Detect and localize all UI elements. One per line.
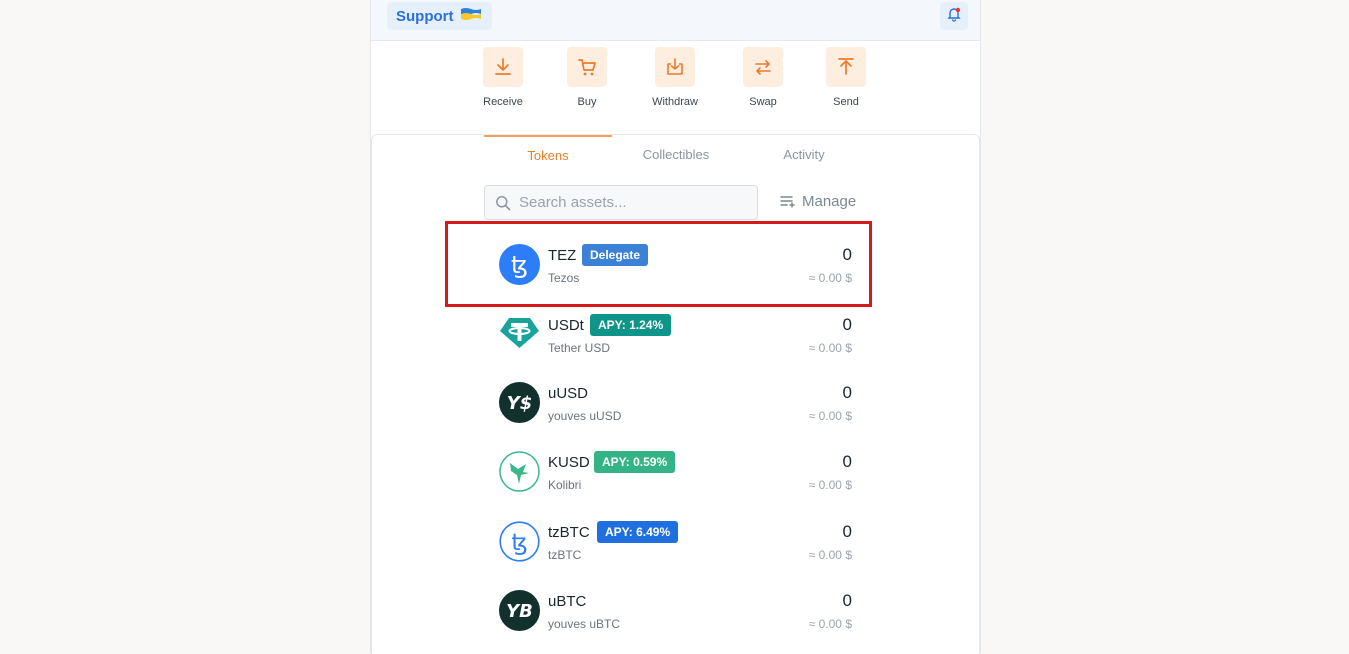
support-label: Support — [396, 7, 454, 25]
receive-button[interactable]: Receive — [468, 47, 538, 108]
token-name: Tezos — [548, 271, 580, 285]
token-row-tzbtc[interactable]: ꜩ tzBTC APY: 6.49% tzBTC 0 ≈ 0.00 $ — [372, 511, 979, 571]
token-fiat-value: ≈ 0.00 $ — [808, 478, 852, 492]
tab-tokens[interactable]: Tokens — [484, 135, 612, 175]
manage-label: Manage — [802, 193, 857, 210]
withdraw-button[interactable]: Withdraw — [640, 47, 710, 108]
token-balance: 0 — [842, 522, 852, 541]
tether-logo-icon — [500, 318, 539, 348]
tab-activity[interactable]: Activity — [740, 135, 868, 173]
bell-icon — [946, 6, 962, 27]
support-button[interactable]: Support — [387, 2, 492, 30]
cart-icon — [578, 59, 596, 76]
buy-label: Buy — [577, 96, 597, 108]
receive-label: Receive — [483, 96, 523, 108]
youves-ubtc-logo-icon: YB — [499, 590, 540, 631]
action-bar: Receive Buy Withdraw Swap Send — [371, 47, 980, 117]
svg-text:ꜩ: ꜩ — [511, 530, 527, 556]
notifications-button[interactable] — [940, 2, 968, 30]
search-input[interactable] — [517, 193, 741, 212]
svg-text:ꜩ: ꜩ — [511, 251, 528, 279]
upload-icon — [838, 58, 854, 75]
top-bar: Support — [371, 0, 980, 41]
token-fiat-value: ≈ 0.00 $ — [808, 271, 852, 285]
kolibri-logo-icon — [499, 451, 540, 492]
token-name: tzBTC — [548, 548, 582, 562]
token-name: youves uUSD — [548, 409, 622, 423]
token-balance: 0 — [842, 383, 852, 402]
token-name: Kolibri — [548, 478, 582, 492]
send-label: Send — [833, 96, 859, 108]
token-balance: 0 — [842, 452, 852, 471]
buy-button[interactable]: Buy — [552, 47, 622, 108]
token-row-usdt[interactable]: USDt APY: 1.24% Tether USD 0 ≈ 0.00 $ — [372, 304, 979, 364]
swap-label: Swap — [749, 96, 777, 108]
token-symbol: uUSD — [548, 385, 589, 402]
token-fiat-value: ≈ 0.00 $ — [808, 617, 852, 631]
token-symbol: KUSD — [548, 454, 590, 471]
delegate-badge[interactable]: Delegate — [582, 244, 649, 266]
swap-button[interactable]: Swap — [728, 47, 798, 108]
token-fiat-value: ≈ 0.00 $ — [808, 409, 852, 423]
token-symbol: uBTC — [548, 593, 587, 610]
search-box — [484, 185, 758, 220]
token-name: youves uBTC — [548, 617, 621, 631]
youves-uusd-logo-icon: Y$ — [499, 382, 540, 423]
withdraw-icon — [667, 58, 683, 75]
apy-badge: APY: 6.49% — [597, 521, 679, 543]
token-row-ubtc[interactable]: YB uBTC youves uBTC 0 ≈ 0.00 $ — [372, 580, 979, 640]
manage-button[interactable]: Manage — [780, 193, 856, 210]
token-fiat-value: ≈ 0.00 $ — [808, 548, 852, 562]
apy-badge: APY: 1.24% — [590, 314, 672, 336]
asset-tabs: Tokens Collectibles Activity — [484, 135, 868, 173]
ukraine-flag-icon — [460, 7, 482, 25]
token-balance: 0 — [842, 315, 852, 334]
token-symbol: tzBTC — [548, 524, 590, 541]
send-button[interactable]: Send — [811, 47, 881, 108]
swap-icon — [755, 60, 771, 75]
tzbtc-logo-icon: ꜩ — [499, 521, 540, 562]
tezos-logo-icon: ꜩ — [499, 244, 540, 285]
search-icon — [495, 195, 511, 211]
token-name: Tether USD — [548, 341, 611, 355]
tab-collectibles[interactable]: Collectibles — [612, 135, 740, 173]
apy-badge: APY: 0.59% — [594, 451, 676, 473]
token-fiat-value: ≈ 0.00 $ — [808, 341, 852, 355]
token-symbol: TEZ — [548, 247, 577, 264]
token-row-kusd[interactable]: KUSD APY: 0.59% Kolibri 0 ≈ 0.00 $ — [372, 441, 979, 501]
manage-list-icon — [780, 195, 795, 209]
svg-text:Y$: Y$ — [507, 393, 533, 414]
token-balance: 0 — [842, 245, 852, 264]
download-icon — [495, 58, 511, 75]
assets-card: Tokens Collectibles Activity Manage — [371, 134, 980, 654]
withdraw-label: Withdraw — [652, 96, 698, 108]
token-symbol: USDt — [548, 317, 584, 334]
svg-text:YB: YB — [506, 601, 533, 622]
token-row-tez[interactable]: ꜩ TEZ Delegate Tezos 0 ≈ 0.00 $ — [372, 234, 979, 294]
token-balance: 0 — [842, 591, 852, 610]
token-row-uusd[interactable]: Y$ uUSD youves uUSD 0 ≈ 0.00 $ — [372, 372, 979, 432]
wallet-panel: Support Receive Buy Withdraw Swap Send T… — [370, 0, 981, 654]
